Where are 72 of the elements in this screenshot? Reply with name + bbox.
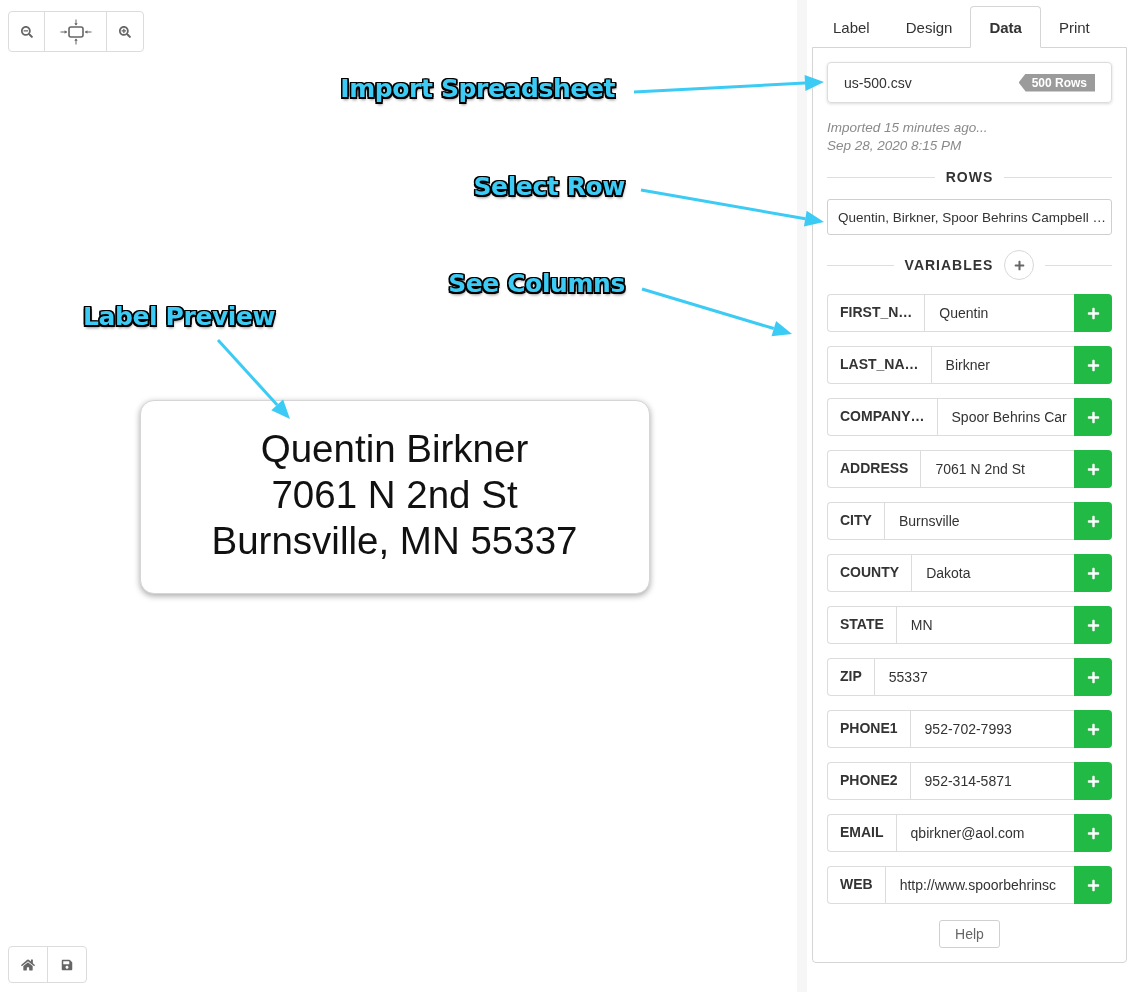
plus-icon (1086, 618, 1100, 632)
variable-name: COUNTY (827, 554, 912, 592)
insert-button[interactable] (1074, 762, 1112, 800)
section-heading: ROWS (945, 169, 994, 185)
section-heading: VARIABLES (904, 257, 994, 273)
zoom-out-icon (20, 25, 33, 38)
variable-value-field[interactable]: Quentin (924, 294, 1074, 332)
insert-button[interactable] (1074, 294, 1112, 332)
plus-icon (1086, 462, 1100, 476)
row-select-field[interactable]: Quentin, Birkner, Spoor Behrins Campbell … (827, 199, 1112, 235)
plus-icon (1086, 410, 1100, 424)
rectangle-arrows-icon (59, 18, 92, 45)
variable-value-field[interactable]: qbirkner@aol.com (895, 814, 1074, 852)
variable-value-field[interactable]: 952-702-7993 (909, 710, 1074, 748)
variable-name: PHONE1 (827, 710, 910, 748)
plus-icon (1086, 878, 1100, 892)
label-text-line: 7061 N 2nd St (271, 472, 518, 518)
tab[interactable]: Label (815, 6, 888, 48)
variable-value-field[interactable]: 55337 (873, 658, 1074, 696)
insert-button[interactable] (1074, 710, 1112, 748)
plus-icon (1086, 722, 1100, 736)
insert-button[interactable] (1074, 658, 1112, 696)
variable-name: ADDRESS (827, 450, 921, 488)
variable-value-field[interactable]: 952-314-5871 (909, 762, 1074, 800)
insert-button[interactable] (1074, 554, 1112, 592)
tab[interactable]: Design (887, 6, 971, 48)
insert-button[interactable] (1074, 450, 1112, 488)
tab[interactable]: Data (970, 6, 1041, 48)
help-button[interactable]: Help (939, 920, 1000, 948)
label-text-line: Burnsville, MN 55337 (211, 518, 578, 564)
variable-value-field[interactable]: http://www.spoorbehrinsc (884, 866, 1074, 904)
variable-value-field[interactable]: MN (895, 606, 1074, 644)
variable-name: COMPANY… (827, 398, 937, 436)
row-count-badge: 500 Rows (1018, 73, 1095, 92)
plus-icon (1086, 306, 1100, 320)
callout-text: Import Spreadsheet (340, 74, 615, 104)
file-field[interactable]: us-500.csv 500 Rows (827, 62, 1112, 103)
zoom-in-icon (119, 25, 131, 38)
file-name: us-500.csv (844, 74, 912, 91)
insert-button[interactable] (1074, 606, 1112, 644)
variable-value-field[interactable]: Burnsville (883, 502, 1074, 540)
callout-text: Select Row (473, 172, 625, 202)
insert-button[interactable] (1074, 866, 1112, 904)
callout-text: See Columns (448, 269, 625, 299)
variable-name: PHONE2 (827, 762, 910, 800)
plus-icon (1086, 514, 1100, 528)
add-button[interactable] (1004, 250, 1035, 280)
insert-button[interactable] (1074, 398, 1112, 436)
variable-name: EMAIL (827, 814, 896, 852)
import-info-text: Sep 28, 2020 8:15 PM (827, 137, 963, 155)
variable-name: ZIP (827, 658, 874, 696)
insert-button[interactable] (1074, 346, 1112, 384)
plus-icon (1013, 259, 1025, 271)
callout-text: Label Preview (83, 302, 276, 332)
tab[interactable]: Print (1040, 6, 1108, 48)
insert-button[interactable] (1074, 814, 1112, 852)
plus-icon (1086, 670, 1100, 684)
plus-icon (1086, 358, 1100, 372)
home-icon (21, 957, 35, 972)
variable-name: CITY (827, 502, 884, 540)
variable-name: FIRST_N… (827, 294, 925, 332)
variable-name: LAST_NA… (827, 346, 931, 384)
variable-name: WEB (827, 866, 885, 904)
plus-icon (1086, 774, 1100, 788)
variable-name: STATE (827, 606, 896, 644)
variable-value-field[interactable]: Dakota (911, 554, 1074, 592)
variable-value-field[interactable]: 7061 N 2nd St (920, 450, 1074, 488)
plus-icon (1086, 826, 1100, 840)
label-text-line: Quentin Birkner (260, 426, 529, 472)
import-info-text: Imported 15 minutes ago... (827, 119, 989, 137)
plus-icon (1086, 566, 1100, 580)
insert-button[interactable] (1074, 502, 1112, 540)
